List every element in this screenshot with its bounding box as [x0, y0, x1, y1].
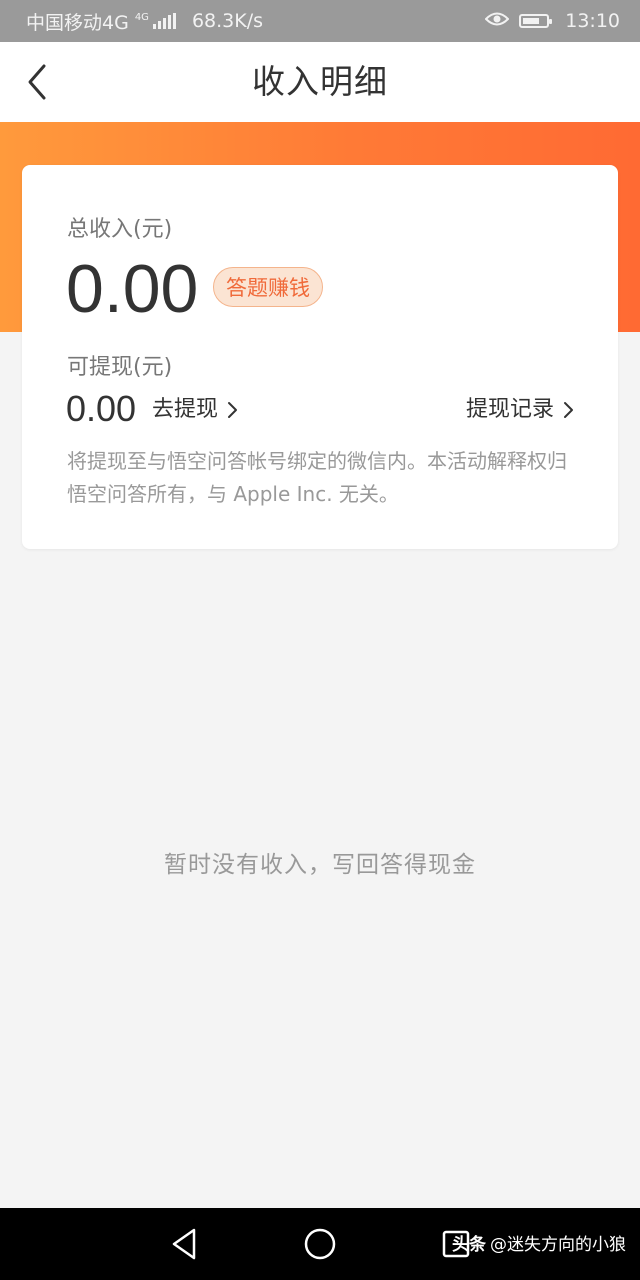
- carrier-text: 中国移动4G: [26, 11, 129, 34]
- network-badge: 4G: [134, 12, 149, 23]
- watermark: 头条 @迷失方向的小狼: [452, 1230, 626, 1255]
- status-left: 中国移动4G 4G 68.3K/s: [26, 0, 263, 42]
- total-income-label: 总收入(元): [67, 217, 173, 242]
- status-right: 13:10: [484, 0, 620, 42]
- app-header: 收入明细: [0, 42, 640, 122]
- income-card: 总收入(元) 0.00 答题赚钱 可提现(元) 0.00 去提现 提现记录 将提…: [22, 165, 618, 549]
- signal-icon: 4G: [135, 13, 176, 29]
- earn-by-answering-button[interactable]: 答题赚钱: [213, 267, 323, 307]
- withdraw-records-label: 提现记录: [465, 397, 554, 422]
- total-income-amount: 0.00: [66, 251, 199, 327]
- status-bar: 中国移动4G 4G 68.3K/s 13:10: [0, 0, 640, 42]
- withdrawable-amount: 0.00: [66, 388, 137, 429]
- eye-icon: [484, 10, 510, 32]
- withdraw-label: 去提现: [152, 397, 219, 422]
- chevron-right-icon: [228, 402, 238, 418]
- nav-home-button[interactable]: [303, 1227, 337, 1261]
- battery-icon: [519, 14, 553, 28]
- back-triangle-icon: [172, 1228, 196, 1260]
- empty-state-text: 暂时没有收入，写回答得现金: [164, 852, 476, 878]
- watermark-handle: @迷失方向的小狼: [490, 1235, 626, 1255]
- withdraw-records-button[interactable]: 提现记录: [466, 395, 574, 425]
- withdrawable-label: 可提现(元): [67, 355, 173, 380]
- clock: 13:10: [565, 10, 620, 32]
- chevron-right-icon: [564, 402, 573, 418]
- nav-back-button[interactable]: [168, 1226, 200, 1262]
- withdraw-note: 将提现至与悟空问答帐号绑定的微信内。本活动解释权归悟空问答所有，与 Apple …: [67, 449, 567, 506]
- watermark-brand: 头条: [452, 1235, 486, 1255]
- network-speed: 68.3K/s: [191, 10, 264, 32]
- withdraw-button[interactable]: 去提现: [152, 395, 238, 425]
- page-title: 收入明细: [252, 62, 388, 101]
- home-circle-icon: [304, 1228, 336, 1260]
